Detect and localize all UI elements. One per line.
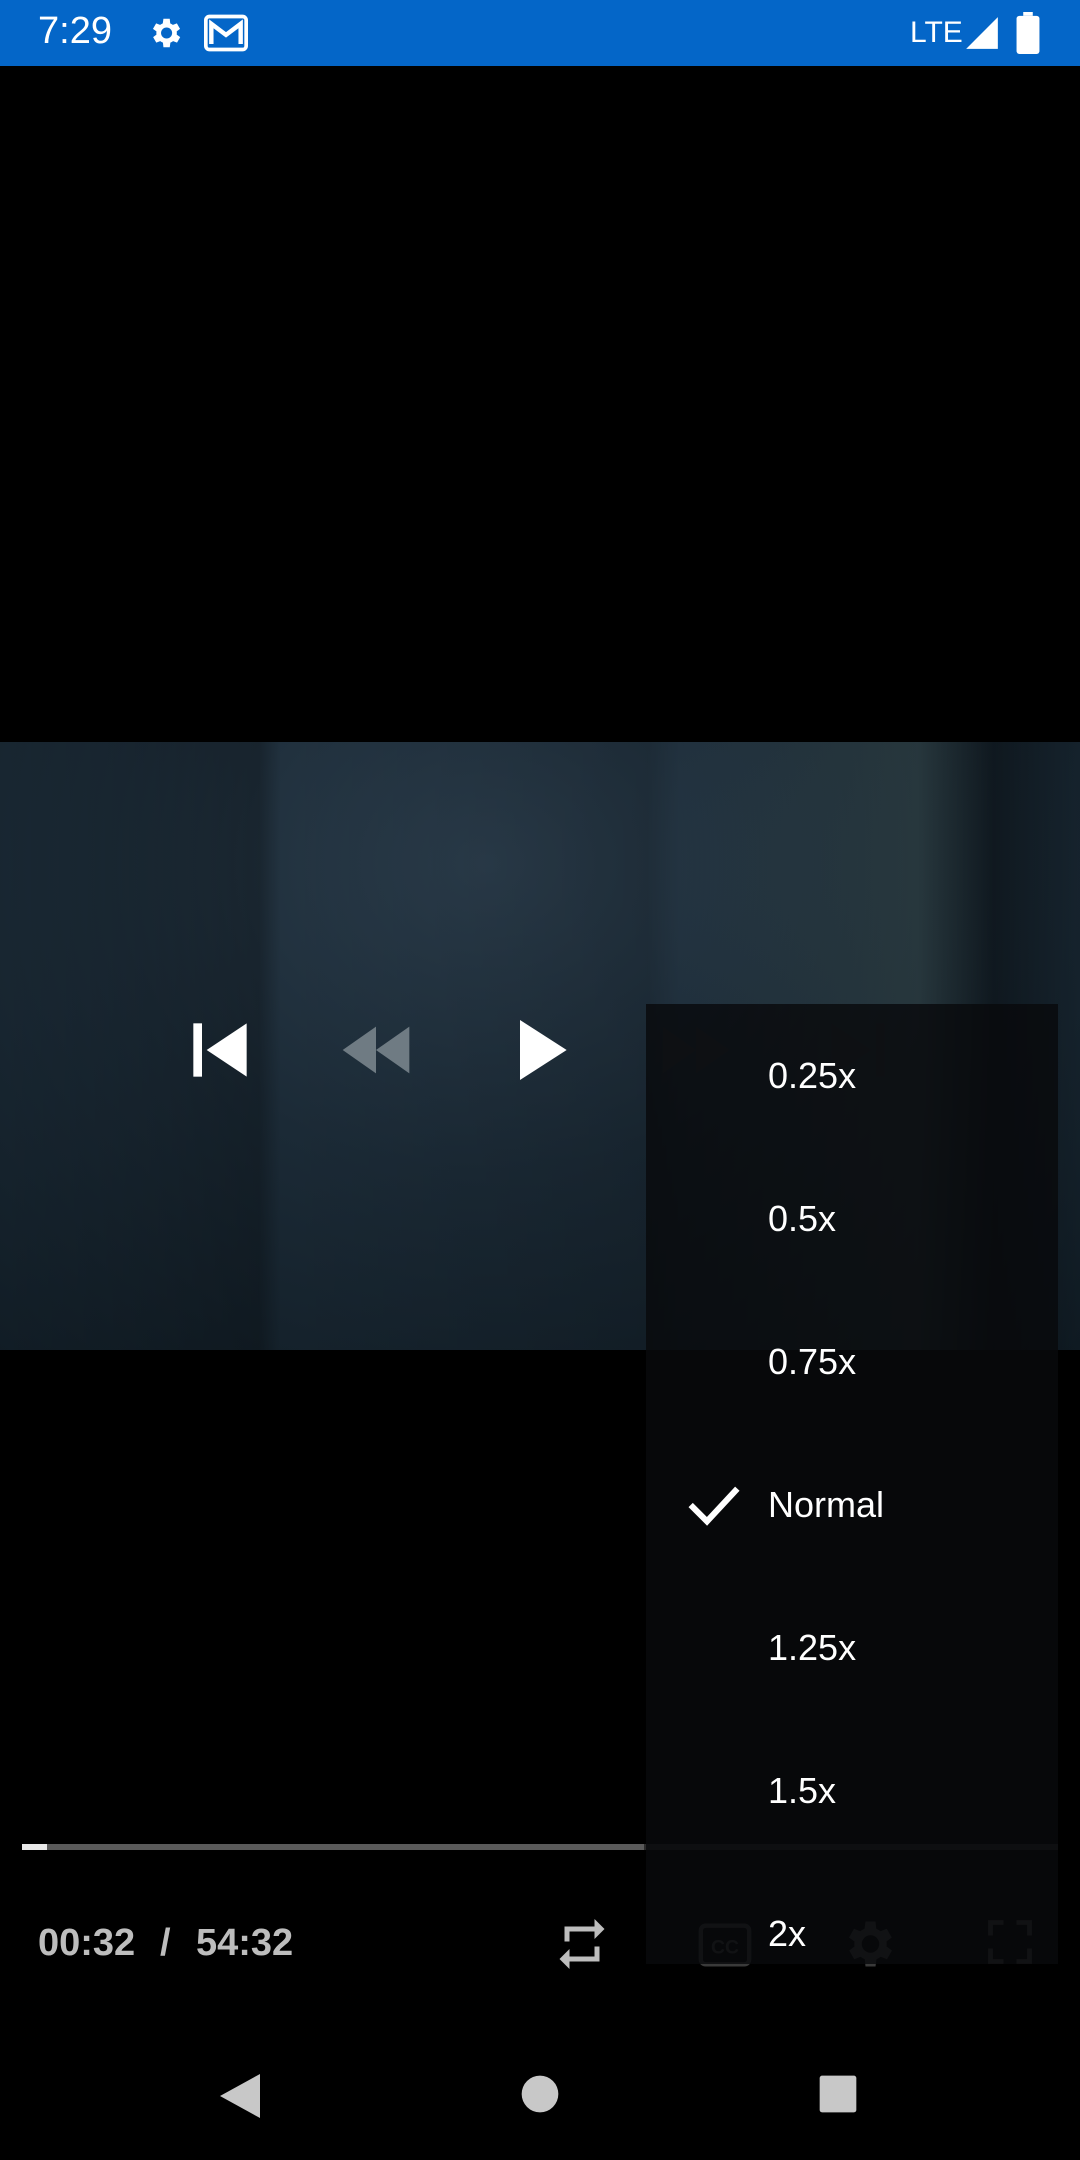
network-type: LTE — [910, 16, 963, 49]
speed-option-label: 0.75x — [768, 1340, 857, 1382]
progress-buffered — [22, 1844, 644, 1850]
speed-option-label: 0.25x — [768, 1054, 857, 1096]
speed-option[interactable]: 2x — [646, 1862, 1058, 2005]
gear-icon — [152, 18, 181, 48]
back-icon[interactable] — [216, 2070, 264, 2122]
rewind-icon[interactable] — [336, 1010, 416, 1090]
home-icon[interactable] — [520, 2074, 560, 2114]
status-time: 7:29 — [38, 10, 112, 52]
playback-speed-menu: 0.25x 0.5x 0.75x Normal 1.25x 1.5x 2x — [646, 1004, 1058, 1964]
speed-option-label: 2x — [768, 1912, 807, 1954]
repeat-icon[interactable] — [552, 1914, 612, 1974]
mail-icon — [204, 14, 248, 52]
current-time: 00:32 — [38, 1922, 136, 1964]
total-duration: 54:32 — [196, 1922, 294, 1964]
speed-option-label: Normal — [768, 1483, 885, 1525]
speed-option[interactable]: 1.25x — [646, 1576, 1058, 1719]
checkmark-icon — [688, 1486, 740, 1526]
speed-option-label: 1.25x — [768, 1626, 857, 1668]
speed-option-label: 1.5x — [768, 1769, 837, 1811]
play-icon[interactable] — [500, 1010, 580, 1090]
speed-option[interactable]: 0.75x — [646, 1290, 1058, 1433]
progress-played — [22, 1844, 47, 1850]
time-separator: / — [160, 1922, 171, 1964]
speed-option[interactable]: 0.5x — [646, 1147, 1058, 1290]
speed-option[interactable]: Normal — [646, 1433, 1058, 1576]
skip-previous-icon[interactable] — [180, 1010, 260, 1090]
recents-icon[interactable] — [818, 2074, 858, 2114]
signal-icon — [966, 17, 998, 49]
speed-option[interactable]: 1.5x — [646, 1719, 1058, 1862]
battery-icon — [1016, 12, 1040, 54]
speed-option[interactable]: 0.25x — [646, 1004, 1058, 1147]
speed-option-label: 0.5x — [768, 1197, 837, 1239]
status-bar: 7:29 LTE — [0, 0, 1080, 66]
